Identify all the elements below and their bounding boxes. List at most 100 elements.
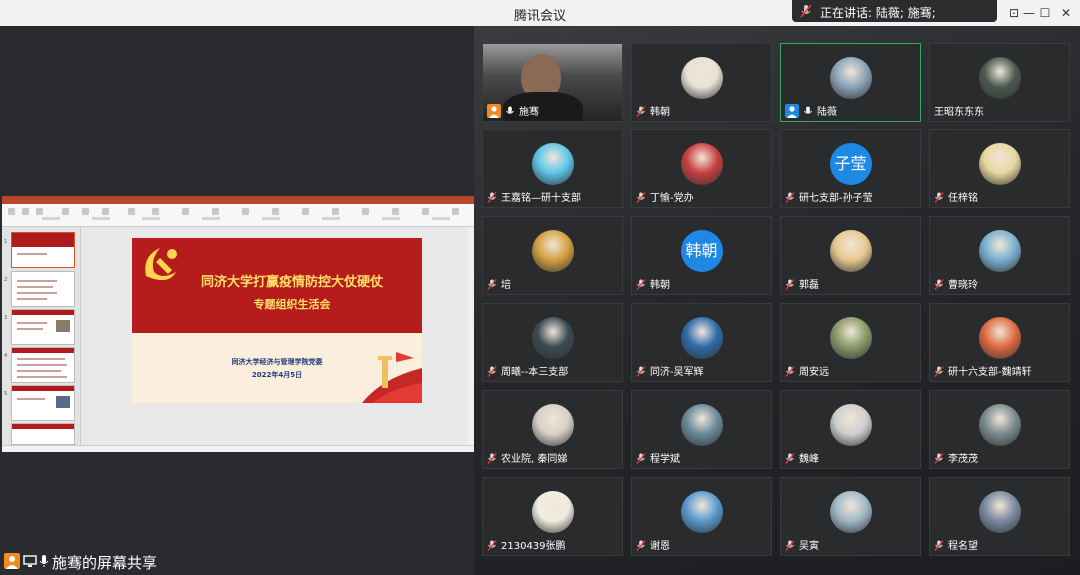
participant-avatar — [680, 404, 723, 446]
participant-avatar — [829, 491, 872, 533]
participant-avatar — [531, 317, 574, 359]
slide-thumbnail[interactable] — [11, 271, 75, 307]
mic-muted-icon — [636, 192, 646, 203]
participant-name: 农业院, 秦同娣 — [501, 454, 568, 465]
participant-tile[interactable]: 同济-吴军辉 — [631, 303, 772, 382]
participant-name: 丁愉-党办 — [650, 193, 694, 204]
mic-muted-icon — [636, 540, 646, 551]
participant-avatar: 韩朝 — [680, 230, 723, 272]
participant-name-row: 研十六支部-魏靖轩 — [934, 363, 1032, 378]
participant-name: 吴寅 — [799, 541, 819, 552]
slide-thumbnail[interactable] — [11, 309, 75, 345]
participant-avatar — [829, 317, 872, 359]
participant-tile[interactable]: 任梓铭 — [929, 129, 1070, 208]
participant-name: 韩朝 — [650, 107, 670, 118]
close-button[interactable]: ✕ — [1056, 4, 1076, 22]
participant-name-row: 培 — [487, 276, 511, 291]
slide-date: 2022年4月5日 — [251, 371, 303, 379]
participant-name-row: 吴寅 — [785, 537, 819, 552]
participant-name: 魏峰 — [799, 454, 819, 465]
participant-tile[interactable]: 李茂茂 — [929, 390, 1070, 469]
participant-tile[interactable]: 周曦--本三支部 — [482, 303, 623, 382]
mic-muted-icon — [800, 4, 812, 18]
mic-muted-icon — [487, 453, 497, 464]
participant-name-row: 韩朝 — [636, 103, 670, 118]
mic-muted-icon — [636, 366, 646, 377]
participant-avatar — [978, 404, 1021, 446]
participant-tile[interactable]: 王嘉铭—研十支部 — [482, 129, 623, 208]
mic-muted-icon — [487, 192, 497, 203]
participant-tile[interactable]: 施骞 — [482, 43, 623, 122]
participant-name: 王昭东东东 — [934, 107, 984, 118]
ppt-ribbon — [2, 204, 474, 227]
participant-tile[interactable]: 魏峰 — [780, 390, 921, 469]
participant-avatar — [531, 230, 574, 272]
participant-name-row: 2130439张鹏 — [487, 537, 566, 552]
mic-muted-icon — [636, 453, 646, 464]
participant-avatar — [829, 404, 872, 446]
participant-avatar: 子莹 — [829, 143, 872, 185]
participant-tile[interactable]: 2130439张鹏 — [482, 477, 623, 556]
participant-tile[interactable]: 曹晓玲 — [929, 216, 1070, 295]
participant-tile[interactable]: 培 — [482, 216, 623, 295]
participant-tile[interactable]: 程名望 — [929, 477, 1070, 556]
participant-name-row: 程名望 — [934, 537, 978, 552]
participant-avatar — [978, 143, 1021, 185]
participant-tile[interactable]: 郭磊 — [780, 216, 921, 295]
slide-thumbnail[interactable] — [11, 423, 75, 445]
participant-tile[interactable]: 吴寅 — [780, 477, 921, 556]
participant-name: 郭磊 — [799, 280, 819, 291]
mic-muted-icon — [934, 279, 944, 290]
participant-tile[interactable]: 韩朝 — [631, 43, 772, 122]
participant-tile[interactable]: 王昭东东东 — [929, 43, 1070, 122]
participant-avatar — [680, 57, 723, 99]
speaking-indicator: 正在讲话: 陆薇; 施骞; — [792, 0, 997, 22]
participant-tile[interactable]: 韩朝 韩朝 — [631, 216, 772, 295]
participant-tile[interactable]: 周安远 — [780, 303, 921, 382]
participant-tile[interactable]: 程学斌 — [631, 390, 772, 469]
screen-share-label-bar: 施骞的屏幕共享 — [0, 549, 160, 575]
mic-muted-icon — [636, 106, 646, 117]
participant-tile[interactable]: 农业院, 秦同娣 — [482, 390, 623, 469]
participant-name-row: 农业院, 秦同娣 — [487, 450, 567, 465]
maximize-button[interactable]: ☐ — [1035, 4, 1055, 22]
participant-name-row: 同济-吴军辉 — [636, 363, 704, 378]
participant-tile[interactable]: 陆薇 — [780, 43, 921, 122]
tiananmen-decoration-icon — [362, 352, 422, 403]
participant-tile[interactable]: 丁愉-党办 — [631, 129, 772, 208]
participant-avatar — [978, 57, 1021, 99]
mic-muted-icon — [934, 540, 944, 551]
participant-name: 陆薇 — [817, 107, 837, 118]
slide-thumbnails: 1 2 3 4 5 — [2, 227, 81, 445]
participant-avatar — [531, 404, 574, 446]
participant-name-row: 研七支部-孙子莹 — [785, 189, 873, 204]
slide-thumbnail[interactable] — [11, 232, 75, 268]
participant-tile[interactable]: 谢恩 — [631, 477, 772, 556]
mic-muted-icon — [934, 192, 944, 203]
participant-avatar — [978, 491, 1021, 533]
participant-name: 同济-吴军辉 — [650, 367, 704, 378]
mic-muted-icon — [785, 279, 795, 290]
participant-name-row: 王昭东东东 — [934, 103, 984, 118]
participant-avatar — [680, 143, 723, 185]
participant-name: 程名望 — [948, 541, 978, 552]
participant-name-row: 王嘉铭—研十支部 — [487, 189, 581, 204]
participant-name-row: 魏峰 — [785, 450, 819, 465]
ppt-status-bar — [2, 445, 474, 452]
participant-name: 培 — [501, 280, 511, 291]
shared-screen-area[interactable]: 1 2 3 4 5 同济大学打赢疫情防控大仗硬仗 专题组织生活会 同济大学经济与… — [0, 26, 474, 575]
title-bar: 腾讯会议 正在讲话: 陆薇; 施骞; ⊡ — ☐ ✕ — [0, 0, 1080, 26]
participant-name-row: 李茂茂 — [934, 450, 978, 465]
participant-name-row: 郭磊 — [785, 276, 819, 291]
participant-tile[interactable]: 子莹研七支部-孙子莹 — [780, 129, 921, 208]
participant-tile[interactable]: 研十六支部-魏靖轩 — [929, 303, 1070, 382]
slide-thumbnail[interactable] — [11, 385, 75, 421]
participant-name-row: 程学斌 — [636, 450, 680, 465]
slide-thumbnail[interactable] — [11, 347, 75, 383]
mic-icon — [506, 106, 514, 114]
participant-name-row: 陆薇 — [785, 103, 837, 118]
participant-name: 研十六支部-魏靖轩 — [948, 367, 1032, 378]
participant-avatar — [680, 491, 723, 533]
slide-title-line1: 同济大学打赢疫情防控大仗硬仗 — [200, 275, 383, 290]
participant-name: 谢恩 — [650, 541, 670, 552]
